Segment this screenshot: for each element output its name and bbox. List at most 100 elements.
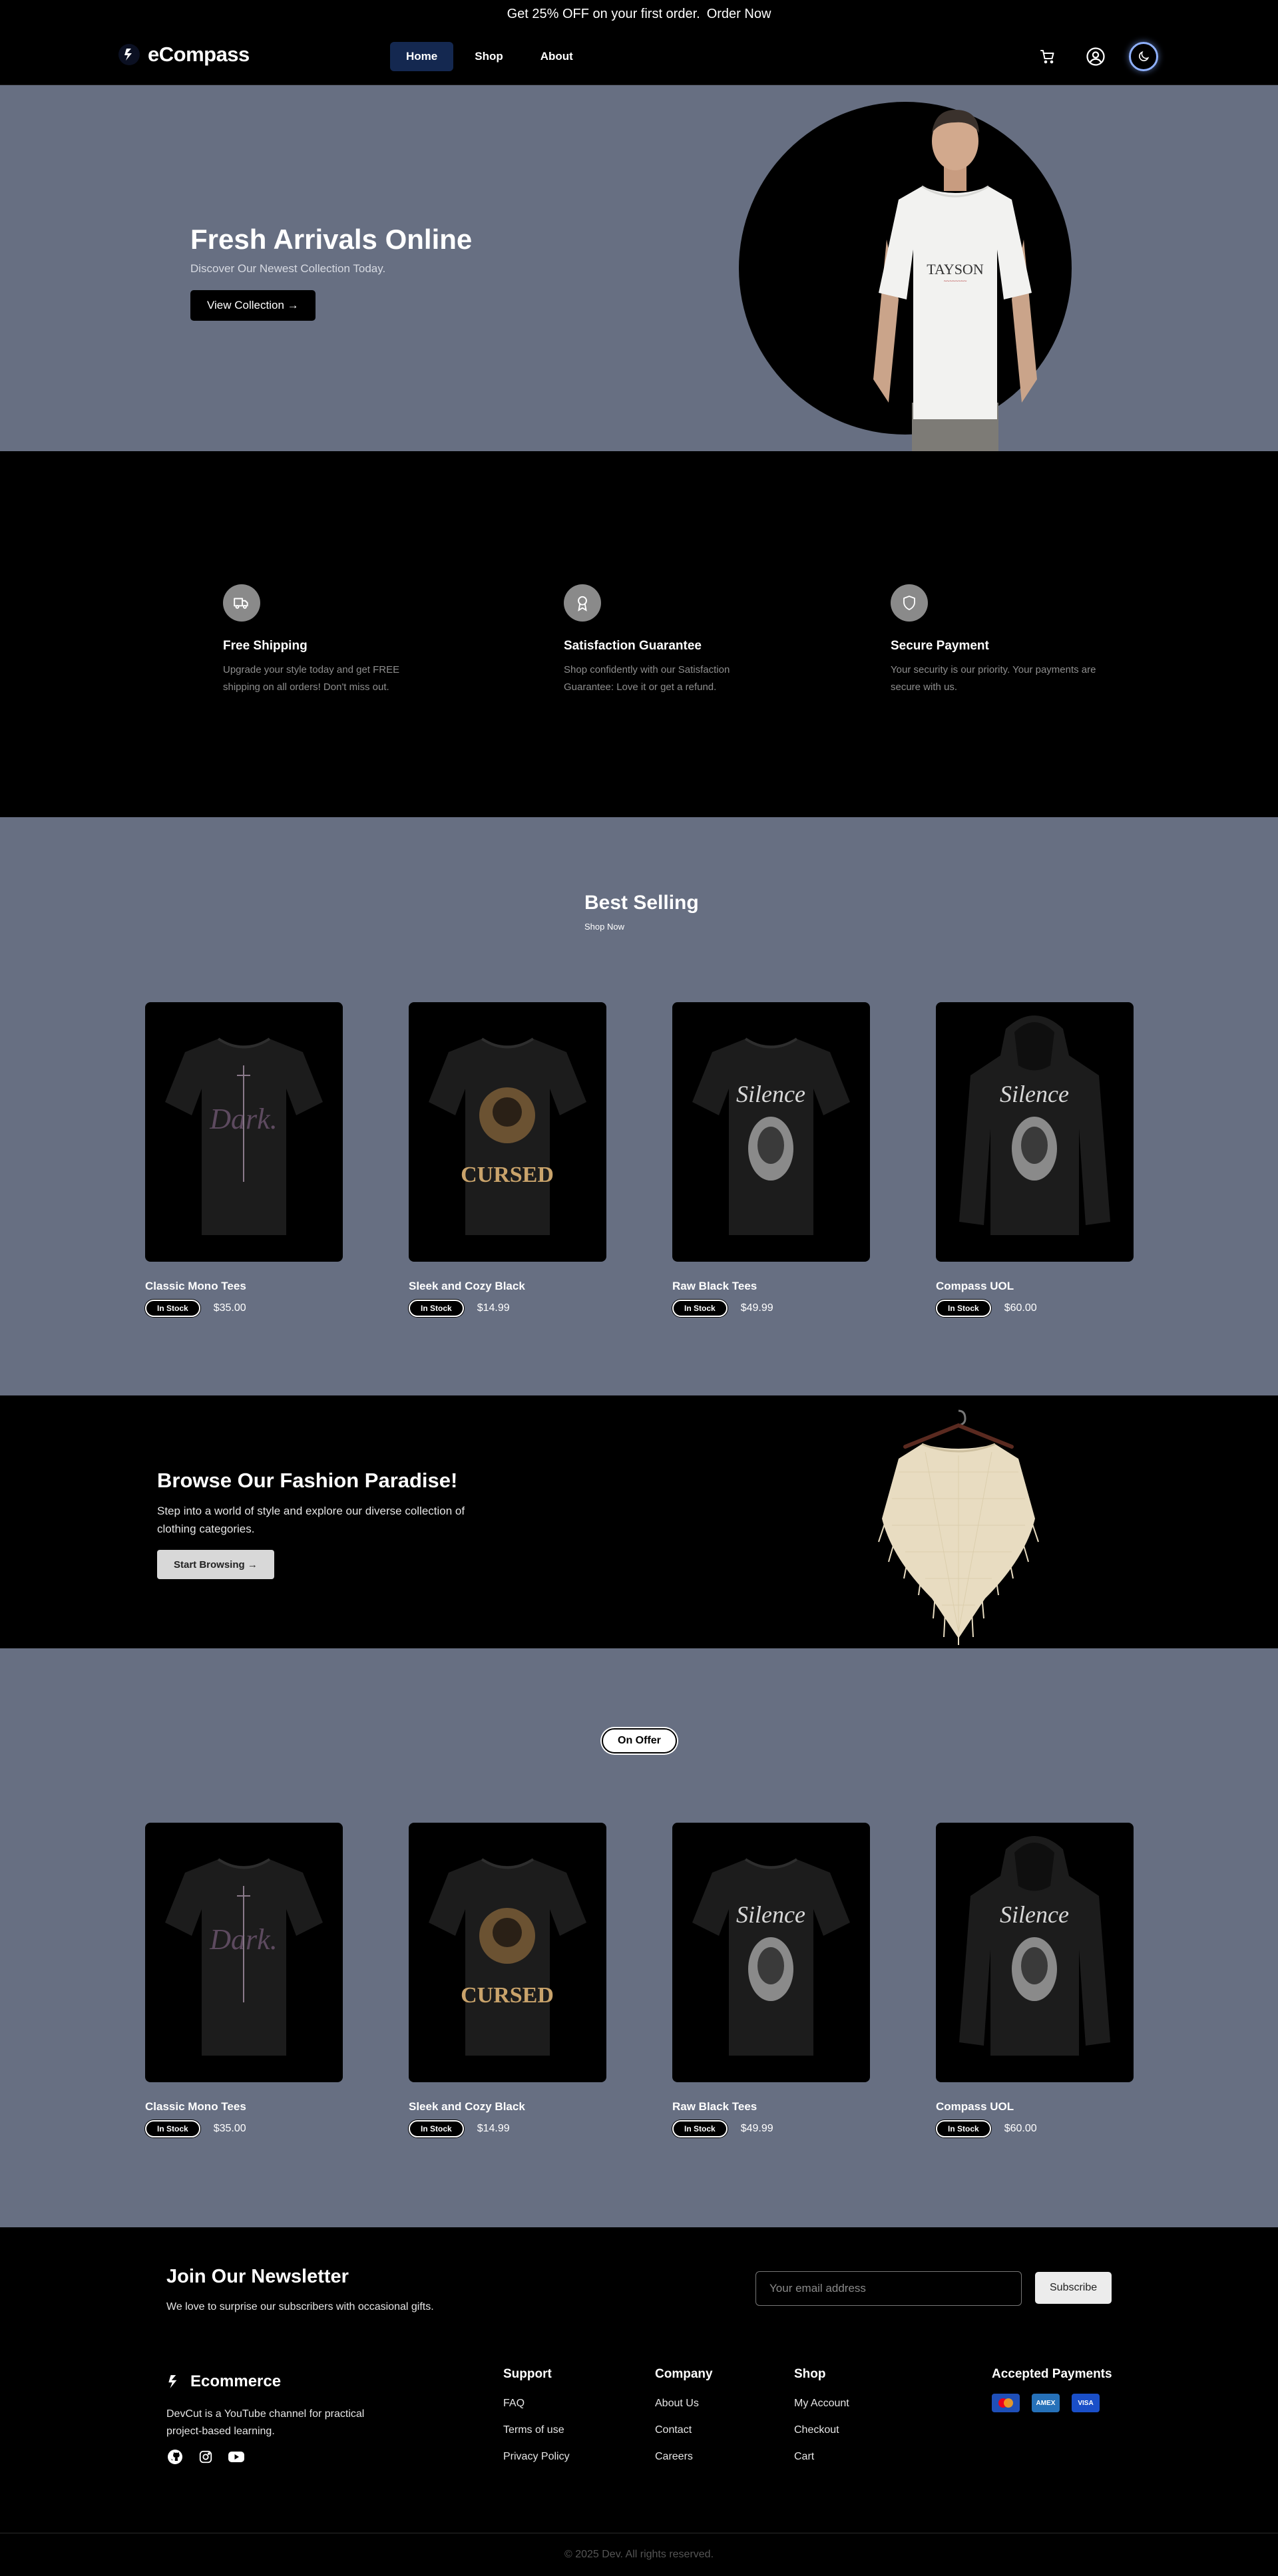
product-name[interactable]: Compass UOL	[936, 2100, 1134, 2114]
youtube-icon[interactable]	[228, 2448, 245, 2466]
best-selling-section: Best Selling Shop Now Dark. Classic Mono …	[0, 817, 1278, 1395]
product-name[interactable]: Compass UOL	[936, 1280, 1134, 1293]
email-input[interactable]	[755, 2271, 1022, 2306]
product-card[interactable]: Silence Raw Black Tees In Stock $49.99	[672, 1002, 870, 1317]
product-card[interactable]: Dark. Classic Mono Tees In Stock $35.00	[145, 1823, 343, 2137]
feature-desc: Upgrade your style today and get FREE sh…	[223, 664, 400, 693]
stock-badge: In Stock	[145, 1300, 200, 1317]
payments-title: Accepted Payments	[992, 2367, 1112, 2381]
footer-brand[interactable]: Ecommerce	[166, 2372, 281, 2391]
features-section: Free Shipping Upgrade your style today a…	[0, 451, 1278, 817]
svg-text:CURSED: CURSED	[461, 1163, 554, 1187]
footer-link-contact[interactable]: Contact	[655, 2424, 713, 2436]
site-footer: Ecommerce DevCut is a YouTube channel fo…	[0, 2340, 1278, 2533]
product-card[interactable]: CURSED Sleek and Cozy Black In Stock $14.99	[409, 1002, 606, 1317]
instagram-icon[interactable]	[197, 2448, 214, 2466]
order-now-link[interactable]: Order Now	[707, 7, 771, 22]
product-meta: In Stock $14.99	[409, 2120, 606, 2137]
copyright: © 2025 Dev. All rights reserved.	[0, 2533, 1278, 2576]
feature-free-shipping: Free Shipping Upgrade your style today a…	[223, 584, 436, 697]
product-price: $35.00	[213, 2123, 246, 2134]
product-price: $49.99	[740, 2123, 773, 2134]
product-card[interactable]: Dark. Classic Mono Tees In Stock $35.00	[145, 1002, 343, 1317]
subscribe-button[interactable]: Subscribe	[1035, 2272, 1112, 2304]
theme-toggle-icon[interactable]	[1129, 42, 1158, 71]
award-icon	[564, 584, 601, 622]
feature-secure-payment: Secure Payment Your security is our prio…	[891, 584, 1104, 697]
feature-title: Free Shipping	[223, 639, 308, 653]
product-price: $35.00	[213, 1302, 246, 1314]
product-meta: In Stock $35.00	[145, 1300, 343, 1317]
shop-now-link[interactable]: Shop Now	[584, 922, 624, 932]
nav-shop[interactable]: Shop	[459, 42, 519, 71]
nav-home[interactable]: Home	[390, 42, 454, 71]
newsletter-desc: We love to surprise our subscribers with…	[166, 2301, 434, 2312]
feature-title: Satisfaction Guarantee	[564, 639, 702, 653]
footer-link-cart[interactable]: Cart	[794, 2451, 849, 2463]
product-image[interactable]: Dark.	[145, 1002, 343, 1262]
product-image[interactable]: Silence	[936, 1823, 1134, 2082]
social-links	[166, 2448, 245, 2466]
product-meta: In Stock $49.99	[672, 1300, 870, 1317]
hero-model-image: TAYSON ~~~~~~~~	[873, 109, 1037, 451]
product-card[interactable]: Silence Compass UOL In Stock $60.00	[936, 1002, 1134, 1317]
nav-about[interactable]: About	[525, 42, 589, 71]
hero-title: Fresh Arrivals Online	[190, 224, 473, 255]
feature-satisfaction: Satisfaction Guarantee Shop confidently …	[564, 584, 777, 697]
hero-subtitle: Discover Our Newest Collection Today.	[190, 262, 386, 275]
product-meta: In Stock $60.00	[936, 2120, 1134, 2137]
on-offer-section: On Offer Dark. Classic Mono Tees In Stock $…	[0, 1648, 1278, 2227]
stock-badge: In Stock	[145, 2120, 200, 2137]
announcement-text: Get 25% OFF on your first order.	[507, 6, 700, 21]
product-image[interactable]: Silence	[936, 1002, 1134, 1262]
product-name[interactable]: Classic Mono Tees	[145, 2100, 343, 2114]
product-name[interactable]: Raw Black Tees	[672, 1280, 870, 1293]
footer-link-careers[interactable]: Careers	[655, 2451, 713, 2463]
svg-text:Silence: Silence	[736, 1901, 805, 1928]
shield-icon	[891, 584, 928, 622]
footer-link-terms[interactable]: Terms of use	[503, 2424, 570, 2436]
product-name[interactable]: Classic Mono Tees	[145, 1280, 343, 1293]
product-image[interactable]: CURSED	[409, 1823, 606, 2082]
product-card[interactable]: Silence Compass UOL In Stock $60.00	[936, 1823, 1134, 2137]
svg-text:~~~~~~~~: ~~~~~~~~	[944, 278, 967, 284]
product-grid: Dark. Classic Mono Tees In Stock $35.00 CURS…	[145, 1002, 1134, 1317]
footer-link-checkout[interactable]: Checkout	[794, 2424, 849, 2436]
shirt-print-text: TAYSON	[927, 261, 984, 277]
svg-text:CURSED: CURSED	[461, 1983, 554, 2008]
footer-link-faq[interactable]: FAQ	[503, 2398, 570, 2410]
brand-logo[interactable]: eCompass	[118, 43, 250, 67]
footer-link-account[interactable]: My Account	[794, 2398, 849, 2410]
view-collection-button[interactable]: View Collection →	[190, 290, 316, 321]
product-price: $49.99	[740, 1302, 773, 1314]
browse-banner: Browse Our Fashion Paradise! Step into a…	[0, 1395, 1278, 1648]
feature-desc: Shop confidently with our Satisfaction G…	[564, 664, 730, 693]
product-name[interactable]: Raw Black Tees	[672, 2100, 870, 2114]
product-card[interactable]: Silence Raw Black Tees In Stock $49.99	[672, 1823, 870, 2137]
account-icon[interactable]	[1081, 42, 1110, 71]
product-name[interactable]: Sleek and Cozy Black	[409, 2100, 606, 2114]
footer-link-about[interactable]: About Us	[655, 2398, 713, 2410]
product-image[interactable]: Silence	[672, 1823, 870, 2082]
feature-title: Secure Payment	[891, 639, 989, 653]
footer-logo-icon	[168, 2375, 177, 2388]
cart-icon[interactable]	[1033, 42, 1062, 71]
poncho-image	[878, 1409, 1039, 1645]
mastercard-icon	[992, 2394, 1020, 2412]
banner-title: Browse Our Fashion Paradise!	[157, 1469, 458, 1492]
payment-icons: AMEX VISA	[992, 2394, 1112, 2412]
start-browsing-button[interactable]: Start Browsing →	[157, 1550, 274, 1579]
amex-icon: AMEX	[1032, 2394, 1060, 2412]
header-actions	[1033, 42, 1158, 71]
footer-link-privacy[interactable]: Privacy Policy	[503, 2451, 570, 2463]
announcement-bar: Get 25% OFF on your first order. Order N…	[0, 0, 1278, 28]
product-image[interactable]: Silence	[672, 1002, 870, 1262]
product-name[interactable]: Sleek and Cozy Black	[409, 1280, 606, 1293]
svg-text:Silence: Silence	[736, 1081, 805, 1107]
product-image[interactable]: CURSED	[409, 1002, 606, 1262]
github-icon[interactable]	[166, 2448, 184, 2466]
product-image[interactable]: Dark.	[145, 1823, 343, 2082]
product-card[interactable]: CURSED Sleek and Cozy Black In Stock $14.99	[409, 1823, 606, 2137]
truck-icon	[223, 584, 260, 622]
logo-icon	[118, 44, 140, 65]
